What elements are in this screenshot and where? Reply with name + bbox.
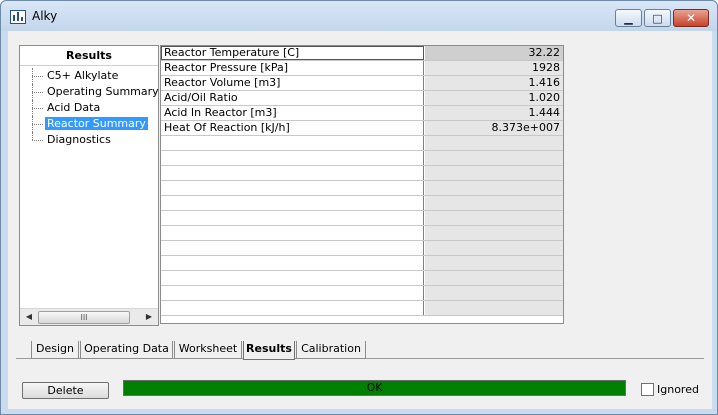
results-tree: C5+ Alkylate Operating Summary Acid Data Re… — [20, 68, 159, 148]
tab-operating-data[interactable]: Operating Data — [80, 341, 173, 359]
grid-cell-name — [161, 256, 424, 270]
tree-item-label: Reactor Summary — [45, 117, 148, 130]
grid-row[interactable]: Acid In Reactor [m3] 1.444 — [161, 106, 563, 121]
ignored-checkbox-control[interactable]: Ignored — [641, 382, 699, 396]
grid-row[interactable] — [161, 151, 563, 166]
grid-cell-value[interactable]: 8.373e+007 — [425, 121, 563, 135]
grid-cell-value[interactable] — [425, 181, 563, 195]
grid-row[interactable] — [161, 211, 563, 226]
grid-row[interactable]: Acid/Oil Ratio 1.020 — [161, 91, 563, 106]
alky-window: Alky ▁ □ ✕ Results C5+ Alkylate Operating… — [0, 0, 718, 415]
grid-cell-name — [161, 181, 424, 195]
tab-calibration[interactable]: Calibration — [296, 341, 366, 359]
grid-cell-name: Heat Of Reaction [kJ/h] — [161, 121, 424, 135]
grid-row[interactable]: Reactor Temperature [C] 32.22 — [161, 46, 563, 61]
grid-cell-name — [161, 136, 424, 150]
delete-button[interactable]: Delete — [22, 382, 109, 399]
grid-cell-value[interactable] — [425, 271, 563, 285]
grid-row[interactable] — [161, 286, 563, 301]
grid-cell-name — [161, 241, 424, 255]
grid-cell-value[interactable] — [425, 211, 563, 225]
grid-cell-value[interactable]: 1.020 — [425, 91, 563, 105]
grid-row[interactable] — [161, 256, 563, 271]
window-client-area: Results C5+ Alkylate Operating Summary Aci… — [8, 31, 712, 409]
grid-cell-value[interactable] — [425, 196, 563, 210]
grid-cell-name — [161, 196, 424, 210]
tree-item-label: C5+ Alkylate — [47, 69, 119, 82]
close-button[interactable]: ✕ — [673, 9, 709, 27]
grid-cell-name — [161, 271, 424, 285]
grid-row[interactable] — [161, 136, 563, 151]
grid-row[interactable]: Reactor Pressure [kPa] 1928 — [161, 61, 563, 76]
results-header: Results — [20, 46, 158, 66]
grid-cell-name — [161, 151, 424, 165]
grid-cell-name — [161, 211, 424, 225]
tab-design[interactable]: Design — [31, 341, 79, 359]
status-bar: OK — [123, 380, 626, 396]
grid-cell-value[interactable] — [425, 241, 563, 255]
grid-cell-name: Acid/Oil Ratio — [161, 91, 424, 105]
app-chart-icon — [10, 10, 26, 24]
close-icon: ✕ — [685, 11, 697, 25]
grid-row[interactable] — [161, 181, 563, 196]
grid-cell-value[interactable] — [425, 151, 563, 165]
grid-cell-value[interactable] — [425, 226, 563, 240]
tree-item[interactable]: Diagnostics — [20, 132, 158, 148]
tree-horizontal-scrollbar[interactable]: ◀ III ▶ — [20, 308, 158, 325]
grid-cell-name — [161, 166, 424, 180]
grid-row[interactable] — [161, 196, 563, 211]
grid-cell-name: Reactor Temperature [C] — [161, 46, 424, 60]
tree-item-label: Acid Data — [47, 101, 101, 114]
grid-cell-name — [161, 226, 424, 240]
tree-item[interactable]: Acid Data — [20, 100, 158, 116]
tree-item[interactable]: Reactor Summary — [20, 116, 158, 132]
scroll-thumb[interactable]: III — [38, 311, 130, 324]
tree-item-label: Operating Summary — [47, 85, 159, 98]
grid-row[interactable] — [161, 226, 563, 241]
grid-row[interactable] — [161, 271, 563, 286]
grid-cell-name — [161, 301, 424, 315]
grid-cell-value[interactable] — [425, 256, 563, 270]
tree-item[interactable]: Operating Summary — [20, 84, 159, 100]
maximize-button[interactable]: □ — [644, 9, 671, 27]
ignored-label: Ignored — [657, 382, 699, 396]
maximize-icon: □ — [652, 11, 663, 25]
minimize-button[interactable]: ▁ — [615, 9, 642, 27]
grid-cell-value[interactable] — [425, 286, 563, 300]
grid-cell-value[interactable] — [425, 301, 563, 315]
grid-cell-value[interactable]: 32.22 — [425, 46, 563, 60]
tab-worksheet[interactable]: Worksheet — [174, 341, 242, 359]
grid-cell-name: Reactor Volume [m3] — [161, 76, 424, 90]
grid-cell-name — [161, 286, 424, 300]
grid-row[interactable] — [161, 166, 563, 181]
grid-row[interactable]: Reactor Volume [m3] 1.416 — [161, 76, 563, 91]
grid-cell-value[interactable]: 1.416 — [425, 76, 563, 90]
tree-item-label: Diagnostics — [47, 133, 111, 146]
ignored-checkbox[interactable] — [641, 382, 654, 396]
title-bar[interactable]: Alky ▁ □ ✕ — [1, 1, 717, 31]
tab-results[interactable]: Results — [243, 341, 295, 360]
grid-row[interactable] — [161, 301, 563, 316]
minimize-icon: ▁ — [624, 11, 633, 25]
grid-cell-value[interactable]: 1928 — [425, 61, 563, 75]
grid-cell-value[interactable]: 1.444 — [425, 106, 563, 120]
tree-item[interactable]: C5+ Alkylate — [20, 68, 158, 84]
grid-cell-value[interactable] — [425, 166, 563, 180]
scroll-left-arrow-icon[interactable]: ◀ — [22, 310, 36, 324]
grid-cell-name: Reactor Pressure [kPa] — [161, 61, 424, 75]
grid-row[interactable]: Heat Of Reaction [kJ/h] 8.373e+007 — [161, 121, 563, 136]
scroll-right-arrow-icon[interactable]: ▶ — [142, 310, 156, 324]
reactor-summary-grid: Reactor Temperature [C] 32.22 Reactor Pres… — [160, 45, 564, 324]
grid-cell-value[interactable] — [425, 136, 563, 150]
grid-cell-name: Acid In Reactor [m3] — [161, 106, 424, 120]
grid-row[interactable] — [161, 241, 563, 256]
results-tree-panel: Results C5+ Alkylate Operating Summary Aci… — [19, 45, 159, 326]
window-title: Alky — [32, 9, 58, 23]
